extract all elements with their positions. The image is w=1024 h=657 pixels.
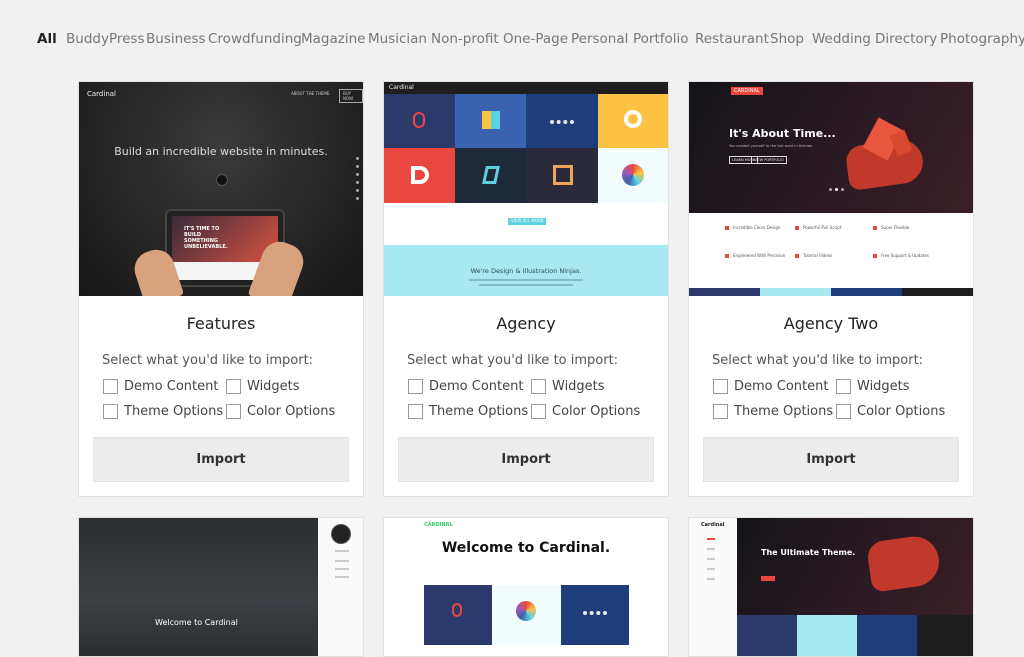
filter-crowdfunding[interactable]: Crowdfunding [208, 31, 302, 47]
category-filter-bar: All BuddyPress Business Crowdfunding Mag… [0, 24, 1024, 54]
widgets-checkbox[interactable] [836, 379, 851, 394]
demo-card-preview-4[interactable]: Welcome to Cardinal [78, 517, 364, 657]
theme-options-checkbox[interactable] [713, 404, 728, 419]
demo-thumbnail-agency[interactable]: Cardinal VIEW ALL WORK We're Design & Il… [384, 82, 668, 296]
import-button[interactable]: Import [398, 437, 654, 482]
thumb-headline: It's About Time... [729, 127, 836, 140]
filter-one-page[interactable]: One-Page [503, 31, 568, 47]
thumb-buy-button: BUY NOW [339, 89, 363, 103]
color-options-checkbox[interactable] [226, 404, 241, 419]
theme-options-option[interactable]: Theme Options [408, 404, 528, 419]
thumb-brand: Cardinal [87, 90, 116, 98]
demo-card-preview-5[interactable]: CARDINAL Welcome to Cardinal. [383, 517, 669, 657]
widgets-checkbox[interactable] [226, 379, 241, 394]
filter-buddypress[interactable]: BuddyPress [66, 31, 144, 47]
widgets-option[interactable]: Widgets [531, 379, 605, 394]
color-options-option[interactable]: Color Options [836, 404, 945, 419]
widgets-option[interactable]: Widgets [836, 379, 910, 394]
preview-headline: Welcome to Cardinal. [441, 540, 611, 556]
thumb-band-text: We're Design & Illustration Ninjas. [470, 267, 582, 275]
import-button[interactable]: Import [703, 437, 959, 482]
demo-card-preview-6[interactable]: Cardinal The Ultimate Theme. [688, 517, 974, 657]
filter-restaurant[interactable]: Restaurant [695, 31, 769, 47]
select-label: Select what you'd like to import: [407, 353, 619, 368]
demo-title: Agency Two [783, 314, 879, 333]
demo-content-checkbox[interactable] [713, 379, 728, 394]
demo-title: Features [186, 314, 256, 333]
demo-content-checkbox[interactable] [103, 379, 118, 394]
filter-personal[interactable]: Personal [571, 31, 628, 47]
theme-options-option[interactable]: Theme Options [713, 404, 833, 419]
filter-directory[interactable]: Directory [875, 31, 937, 47]
demo-card-agency-two: CARDINAL It's About Time... You created … [688, 81, 974, 497]
import-button[interactable]: Import [93, 437, 349, 482]
filter-magazine[interactable]: Magazine [301, 31, 365, 47]
demo-content-checkbox[interactable] [408, 379, 423, 394]
color-options-checkbox[interactable] [531, 404, 546, 419]
filter-business[interactable]: Business [146, 31, 206, 47]
filter-shop[interactable]: Shop [770, 31, 804, 47]
demo-content-option[interactable]: Demo Content [408, 379, 523, 394]
demo-title: Agency [496, 314, 556, 333]
theme-options-checkbox[interactable] [103, 404, 118, 419]
widgets-option[interactable]: Widgets [226, 379, 300, 394]
preview-headline: The Ultimate Theme. [761, 548, 856, 557]
filter-portfolio[interactable]: Portfolio [633, 31, 689, 47]
select-label: Select what you'd like to import: [712, 353, 924, 368]
demo-content-option[interactable]: Demo Content [103, 379, 218, 394]
widgets-checkbox[interactable] [531, 379, 546, 394]
demo-card-agency: Cardinal VIEW ALL WORK We're Design & Il… [383, 81, 669, 497]
rock-illustration [839, 112, 929, 197]
thumb-nav: ABOUT THE THEME [291, 91, 330, 96]
color-options-option[interactable]: Color Options [531, 404, 640, 419]
color-options-option[interactable]: Color Options [226, 404, 335, 419]
select-label: Select what you'd like to import: [102, 353, 314, 368]
filter-photography[interactable]: Photography [940, 31, 1024, 47]
theme-options-checkbox[interactable] [408, 404, 423, 419]
color-options-checkbox[interactable] [836, 404, 851, 419]
demo-card-features: Cardinal ABOUT THE THEME BUY NOW Build a… [78, 81, 364, 497]
filter-all[interactable]: All [37, 31, 57, 47]
filter-wedding[interactable]: Wedding [812, 31, 871, 47]
filter-non-profit[interactable]: Non-profit [431, 31, 499, 47]
filter-musician[interactable]: Musician [368, 31, 427, 47]
demo-thumbnail-features[interactable]: Cardinal ABOUT THE THEME BUY NOW Build a… [79, 82, 363, 296]
demo-thumbnail-agency-two[interactable]: CARDINAL It's About Time... You created … [689, 82, 973, 296]
demo-content-option[interactable]: Demo Content [713, 379, 828, 394]
theme-options-option[interactable]: Theme Options [103, 404, 223, 419]
thumb-headline: Build an incredible website in minutes. [114, 145, 328, 158]
